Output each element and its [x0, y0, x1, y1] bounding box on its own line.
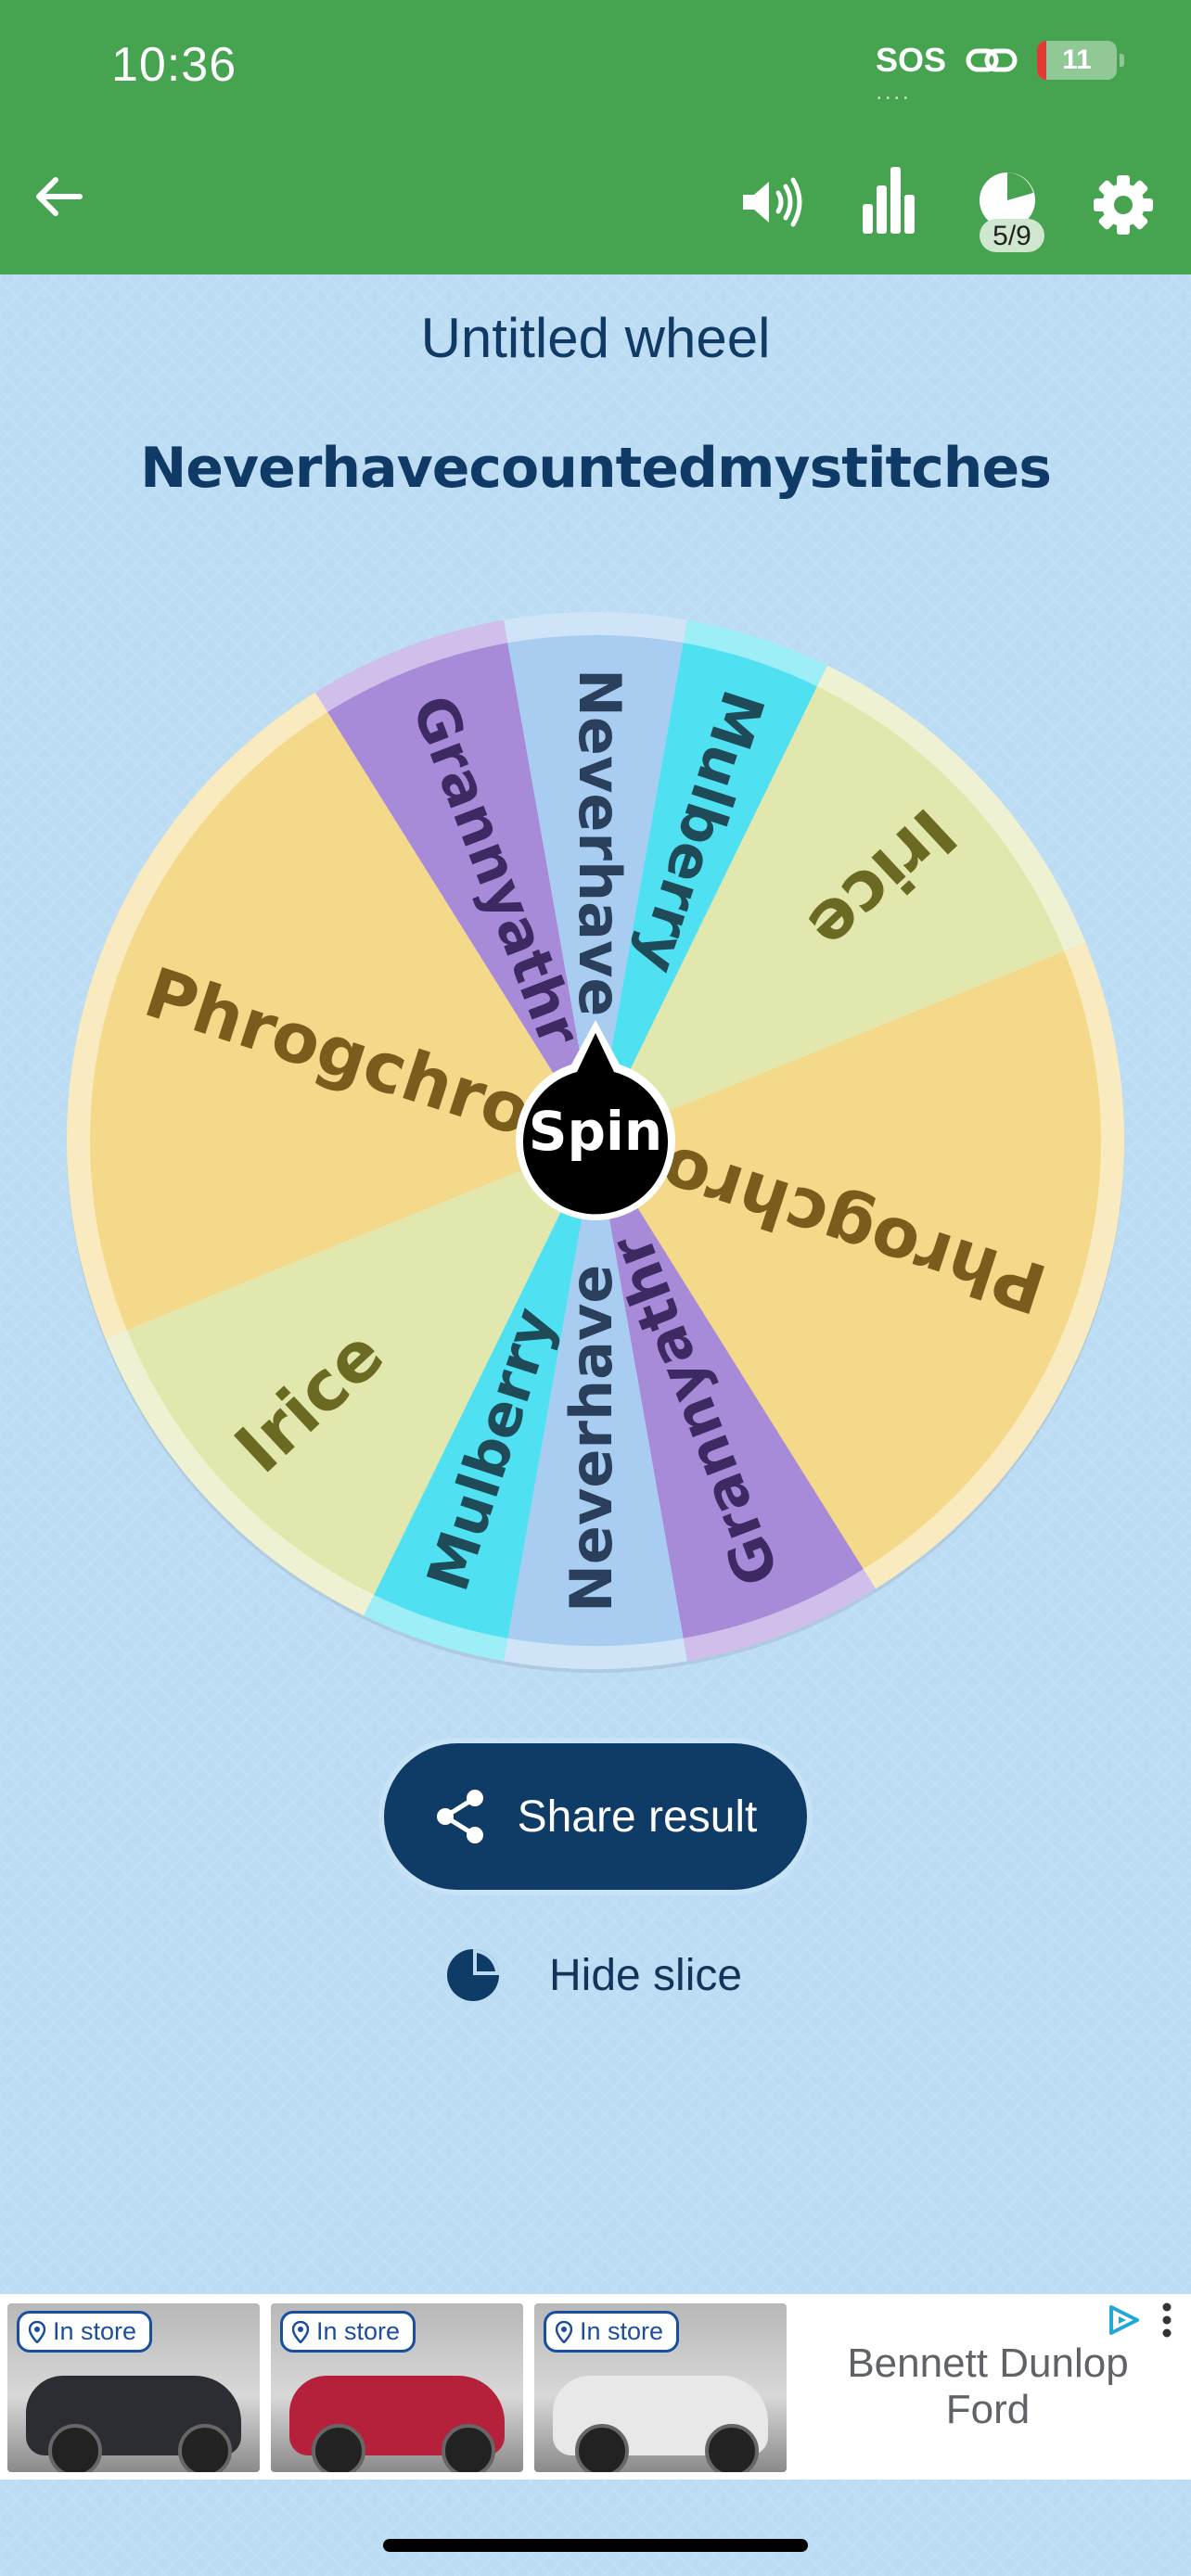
location-pin-icon: [292, 2320, 309, 2343]
hide-slice-button[interactable]: Hide slice: [445, 1947, 742, 2003]
spin-button[interactable]: Spin: [508, 1016, 683, 1226]
in-store-label: In store: [53, 2317, 137, 2345]
sos-indicator: SOS ••••: [875, 41, 946, 105]
sos-label: SOS: [875, 41, 946, 79]
wheel-slice-label: Neverhave: [566, 669, 634, 1016]
volume-icon: [743, 177, 802, 227]
more-options-icon[interactable]: [1159, 2302, 1174, 2339]
progress-badge: 5/9: [992, 221, 1031, 251]
wheel-title[interactable]: Untitled wheel: [0, 306, 1191, 370]
status-icons: SOS •••• 11: [875, 41, 1124, 105]
in-store-label: In store: [580, 2317, 664, 2345]
sound-button[interactable]: [737, 172, 806, 232]
share-result-label: Share result: [517, 1792, 758, 1842]
status-time: 10:36: [111, 38, 237, 92]
settings-button[interactable]: [1091, 172, 1156, 237]
in-store-badge: In store: [544, 2311, 680, 2353]
in-store-badge: In store: [17, 2311, 153, 2353]
ad-advertiser-name[interactable]: Bennett Dunlop Ford: [816, 2340, 1159, 2433]
battery-level: 11: [1062, 45, 1092, 75]
location-pin-icon: [29, 2320, 45, 2343]
location-pin-icon: [556, 2320, 572, 2343]
stats-button[interactable]: [859, 163, 920, 237]
spin-label: Spin: [528, 1100, 663, 1163]
ad-product-card[interactable]: In store: [534, 2303, 787, 2472]
bar-chart-icon: [863, 167, 915, 234]
battery-indicator: 11: [1037, 41, 1124, 80]
satellite-link-icon: [966, 48, 1018, 72]
home-indicator[interactable]: [383, 2539, 808, 2552]
pie-slice-icon: [447, 1949, 499, 2001]
adchoices-icon[interactable]: [1106, 2303, 1143, 2337]
gear-icon: [1094, 175, 1153, 235]
hide-slice-label: Hide slice: [549, 1950, 743, 2000]
ad-product-card[interactable]: In store: [7, 2303, 260, 2472]
app-bar: 10:36 SOS •••• 11 5/9: [0, 0, 1191, 274]
wheels-count-button[interactable]: 5/9: [974, 167, 1048, 260]
in-store-label: In store: [316, 2317, 401, 2345]
in-store-badge: In store: [280, 2311, 416, 2353]
ad-banner[interactable]: In store In store In store Bennett Dunlo…: [0, 2294, 1191, 2480]
wheel-slice-label: Neverhave: [557, 1265, 625, 1613]
ad-product-card[interactable]: In store: [271, 2303, 523, 2472]
share-result-button[interactable]: Share result: [384, 1743, 807, 1890]
share-icon: [436, 1790, 483, 1843]
arrow-left-icon: [36, 177, 83, 216]
result-title: Neverhavecountedmystitches: [140, 436, 1052, 501]
back-button[interactable]: [28, 167, 87, 226]
